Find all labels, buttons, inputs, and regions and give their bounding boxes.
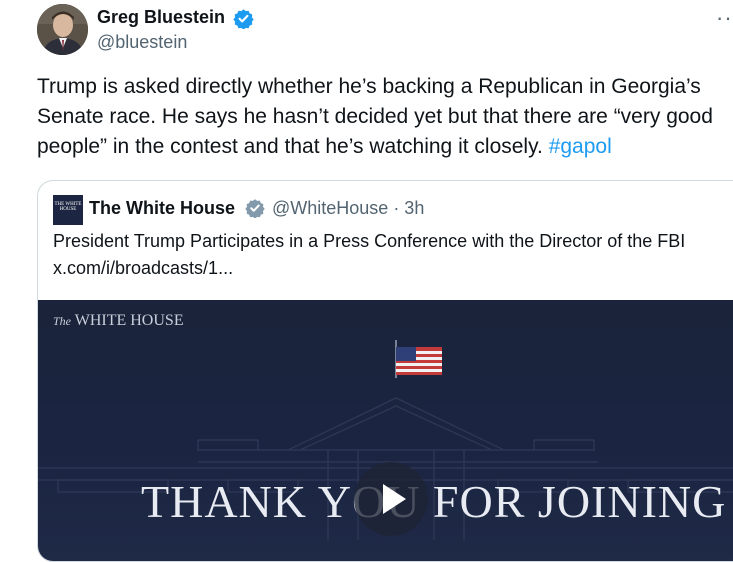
quoted-handle-time[interactable]: @WhiteHouse · 3h: [272, 198, 424, 219]
american-flag-icon: [396, 347, 442, 375]
play-button[interactable]: [354, 462, 428, 536]
author-avatar[interactable]: [37, 4, 88, 55]
video-media[interactable]: The WHITE HOUSE THANK YOU FOR JOINING: [38, 300, 733, 561]
verified-badge-icon: [233, 9, 254, 29]
play-icon: [383, 484, 406, 514]
verified-badge-icon: [245, 199, 265, 218]
tweet-line: people” in the contest and that he’s wat…: [37, 132, 733, 162]
author-handle[interactable]: @bluestein: [97, 32, 187, 53]
author-name[interactable]: Greg Bluestein: [97, 7, 225, 28]
broadcast-link[interactable]: x.com/i/broadcasts/1...: [53, 258, 233, 279]
video-headline: THANK YOU FOR JOINING: [141, 476, 727, 527]
quoted-author-name[interactable]: The White House: [89, 198, 235, 219]
hashtag-link[interactable]: #gapol: [549, 135, 612, 158]
tweet-text: Trump is asked directly whether he’s bac…: [37, 72, 733, 162]
quoted-tweet[interactable]: THE WHITE HOUSE The White House @WhiteHo…: [37, 180, 733, 562]
tweet-line: Senate race. He says he hasn’t decided y…: [37, 105, 713, 128]
tweet-line-text: people” in the contest and that he’s wat…: [37, 135, 549, 158]
more-options-icon[interactable]: ··: [716, 5, 733, 31]
quoted-avatar[interactable]: THE WHITE HOUSE: [53, 195, 83, 225]
quoted-text: President Trump Participates in a Press …: [53, 231, 686, 251]
tweet-line: Trump is asked directly whether he’s bac…: [37, 75, 701, 98]
